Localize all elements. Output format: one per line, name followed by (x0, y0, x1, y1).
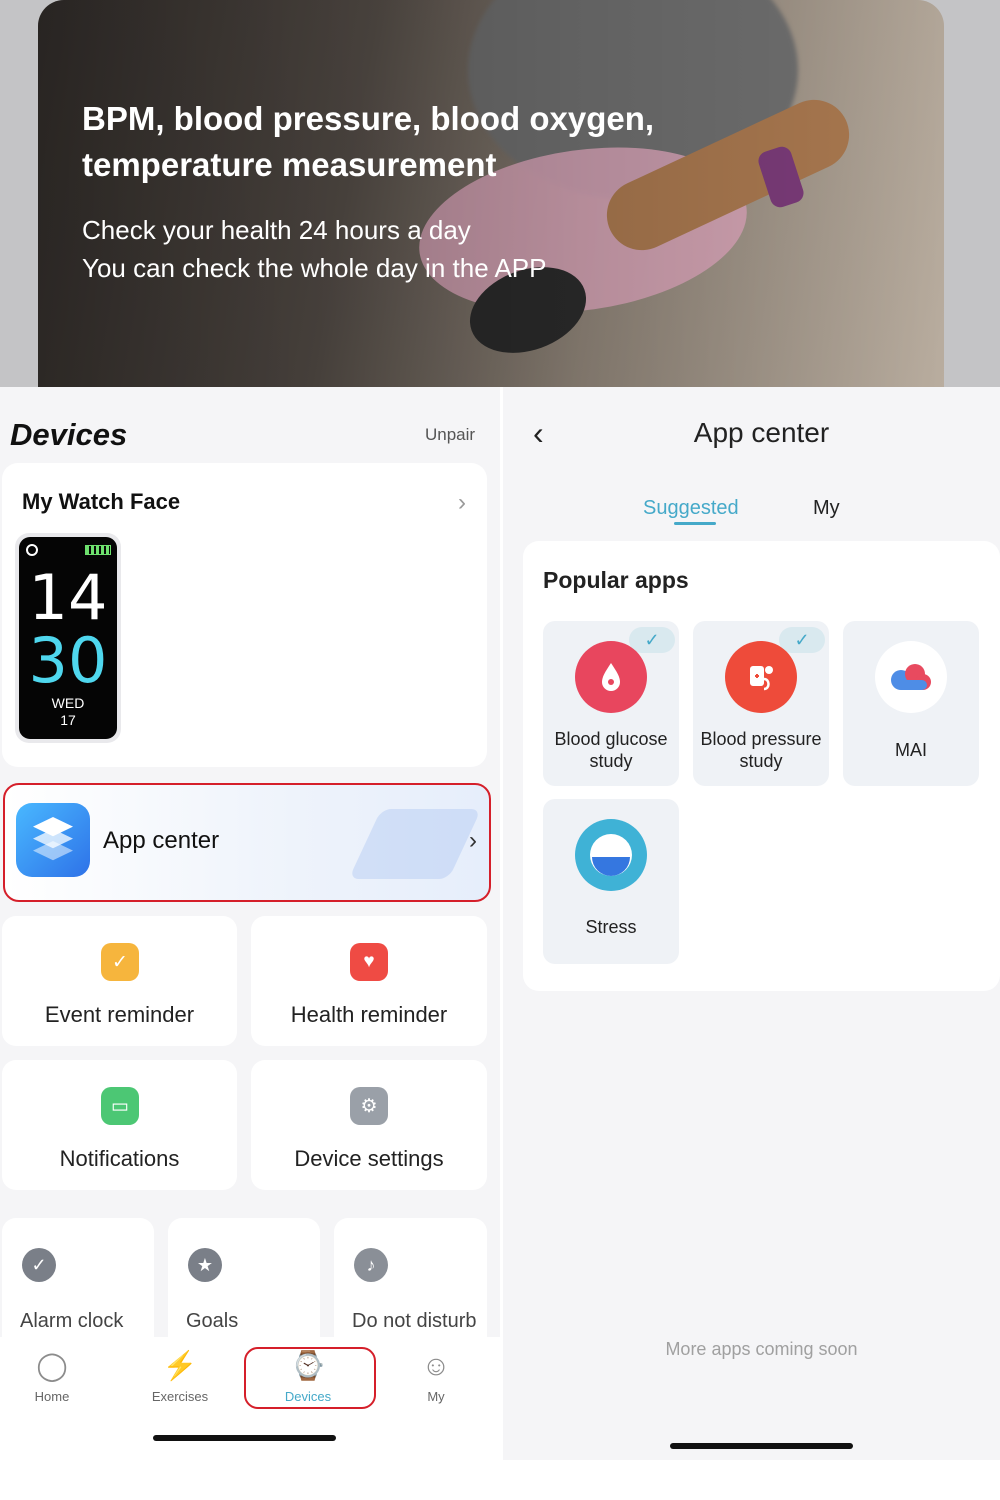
home-indicator (153, 1435, 336, 1441)
app-name: MAI (894, 740, 927, 760)
tab-label: Home (34, 1389, 70, 1404)
installed-check-icon: ✓ (629, 627, 675, 653)
banner-line-1: Check your health 24 hours a day (82, 215, 471, 245)
watch-face-card[interactable]: My Watch Face › 14 30 WED 17 (2, 463, 487, 767)
tab-label: Exercises (151, 1389, 209, 1404)
app-blood-glucose[interactable]: ✓ Blood glucose study (543, 621, 679, 786)
app-blood-pressure[interactable]: ✓ Blood pressure study (693, 621, 829, 786)
runner-icon: ⚡ (162, 1350, 198, 1381)
chevron-right-icon: › (469, 827, 477, 854)
watch-weekday: WED (51, 695, 85, 711)
promo-banner: BPM, blood pressure, blood oxygen, tempe… (0, 0, 1000, 387)
page-title: App center (693, 417, 830, 448)
watch-face-preview[interactable]: 14 30 WED 17 (15, 533, 121, 743)
watch-minute: 30 (28, 624, 108, 697)
health-reminder-tile[interactable]: ♥ Health reminder (251, 916, 487, 1046)
home-indicator (670, 1443, 853, 1449)
app-mai[interactable]: MAI (843, 621, 979, 786)
decorative-shape (348, 809, 482, 879)
tile-label: Event reminder (44, 1002, 195, 1027)
bell-mute-icon: ♪ (354, 1248, 388, 1282)
watch-date: 17 (60, 712, 76, 728)
gear-icon: ⚙ (350, 1087, 388, 1125)
app-stress[interactable]: Stress (543, 799, 679, 964)
footer-note: More apps coming soon (665, 1339, 858, 1359)
banner-headline: BPM, blood pressure, blood oxygen, tempe… (82, 100, 655, 183)
app-center-entry[interactable]: App center › (3, 783, 491, 902)
tab-suggested[interactable]: Suggested (643, 497, 739, 520)
devices-screen: Devices Unpair My Watch Face › 14 30 WED… (0, 387, 500, 1500)
highlight-outline (244, 1347, 376, 1409)
watch-face-title: My Watch Face (22, 489, 181, 514)
tile-label: Device settings (294, 1146, 444, 1171)
tab-home[interactable]: ◯ Home (2, 1349, 102, 1404)
blood-drop-icon (575, 641, 647, 713)
app-center-icon (16, 803, 90, 877)
tile-label: Goals (186, 1310, 239, 1332)
person-icon: ☺ (421, 1350, 451, 1381)
blood-pressure-icon (725, 641, 797, 713)
screen-root: BPM, blood pressure, blood oxygen, tempe… (0, 0, 1000, 1500)
popular-apps-section: Popular apps ✓ Blood glucose study ✓ Blo… (523, 541, 1000, 991)
tab-label: My (427, 1389, 445, 1404)
battery-icon (85, 545, 111, 555)
banner-line-2: You can check the whole day in the APP (82, 253, 547, 283)
app-name: Blood pressure study (700, 729, 822, 771)
stress-icon (575, 819, 647, 891)
tab-my-apps[interactable]: My (813, 497, 840, 520)
heart-bell-icon: ♥ (350, 943, 388, 981)
watch-screen: 14 30 WED 17 (19, 537, 117, 739)
banner-subtext: Check your health 24 hours a day You can… (82, 211, 702, 287)
installed-check-icon: ✓ (779, 627, 825, 653)
runner-photo (38, 0, 944, 387)
section-title: Popular apps (543, 567, 689, 593)
calendar-check-icon: ✓ (101, 943, 139, 981)
tile-label: Do not disturb (352, 1310, 477, 1332)
app-name: Stress (585, 917, 637, 937)
tab-exercises[interactable]: ⚡ Exercises (130, 1349, 230, 1404)
page-title: Devices (10, 417, 128, 452)
unpair-button[interactable]: Unpair (425, 425, 475, 445)
home-icon: ◯ (36, 1350, 68, 1381)
mai-cloud-icon (875, 641, 947, 713)
app-center-label: App center (103, 827, 220, 854)
alarm-icon: ✓ (22, 1248, 56, 1282)
notifications-tile[interactable]: ▭ Notifications (2, 1060, 237, 1190)
tile-label: Notifications (59, 1146, 180, 1171)
active-tab-indicator (674, 522, 716, 525)
tile-label: Alarm clock (20, 1310, 124, 1332)
message-icon: ▭ (101, 1087, 139, 1125)
chevron-right-icon: › (458, 489, 466, 516)
device-settings-tile[interactable]: ⚙ Device settings (251, 1060, 487, 1190)
event-reminder-tile[interactable]: ✓ Event reminder (2, 916, 237, 1046)
tab-my[interactable]: ☺ My (386, 1349, 486, 1404)
watch-status-icon (26, 544, 38, 556)
tile-label: Health reminder (290, 1002, 448, 1027)
star-medal-icon: ★ (188, 1248, 222, 1282)
app-center-screen: ‹ App center Suggested My Popular apps ✓… (503, 387, 1000, 1460)
app-name: Blood glucose study (554, 729, 668, 771)
